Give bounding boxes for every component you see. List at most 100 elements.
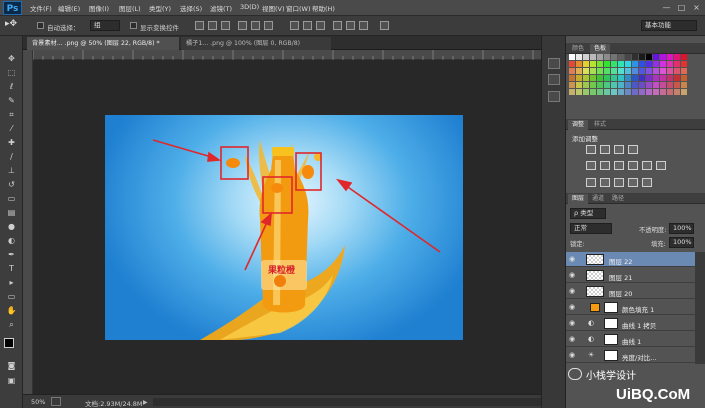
color-swatch[interactable]	[639, 61, 645, 67]
quick-mask-icon[interactable]: ◙	[6, 360, 17, 371]
color-swatch[interactable]	[583, 89, 589, 95]
color-swatch[interactable]	[625, 68, 631, 74]
fill-input[interactable]: 100%	[669, 237, 694, 248]
color-swatch[interactable]	[660, 68, 666, 74]
color-swatch[interactable]	[583, 61, 589, 67]
zoom-tool-icon[interactable]: ⌕	[6, 319, 17, 330]
curves-icon[interactable]	[614, 145, 624, 154]
menu-view[interactable]: 视图(V)	[262, 3, 285, 13]
color-swatch[interactable]	[646, 68, 652, 74]
align-right-icon[interactable]	[264, 21, 273, 30]
distribute-top-icon[interactable]	[290, 21, 299, 30]
eyedropper-tool-icon[interactable]: ⁄	[6, 123, 17, 134]
foreground-color-swatch[interactable]	[4, 338, 14, 348]
color-swatch[interactable]	[590, 68, 596, 74]
show-transform-checkbox[interactable]	[130, 22, 137, 29]
color-swatch[interactable]	[646, 82, 652, 88]
color-swatch[interactable]	[681, 82, 687, 88]
color-swatch[interactable]	[639, 54, 645, 60]
color-swatch[interactable]	[653, 61, 659, 67]
color-swatch[interactable]	[611, 89, 617, 95]
color-swatch[interactable]	[667, 89, 673, 95]
color-swatch[interactable]	[681, 75, 687, 81]
layer-row[interactable]: ◉ 图层 20	[566, 284, 695, 299]
color-swatch[interactable]	[674, 82, 680, 88]
menu-layer[interactable]: 图层(L)	[119, 3, 141, 13]
color-swatch[interactable]	[611, 82, 617, 88]
tab-color[interactable]: 颜色	[568, 44, 588, 54]
color-swatch[interactable]	[618, 68, 624, 74]
visibility-eye-icon[interactable]: ◉	[569, 271, 577, 279]
color-swatch[interactable]	[653, 89, 659, 95]
layer-row[interactable]: ◉ 图层 22	[566, 252, 695, 267]
distribute-left-icon[interactable]	[333, 21, 342, 30]
layer-row[interactable]: ◉ ☀ 亮度/对比...	[566, 348, 695, 363]
color-swatch[interactable]	[604, 68, 610, 74]
color-swatch[interactable]	[590, 61, 596, 67]
distribute-bottom-icon[interactable]	[316, 21, 325, 30]
color-swatch[interactable]	[604, 89, 610, 95]
color-swatch[interactable]	[632, 68, 638, 74]
color-swatch[interactable]	[597, 89, 603, 95]
menu-edit[interactable]: 编辑(E)	[58, 3, 80, 13]
posterize-icon[interactable]	[600, 178, 610, 187]
color-swatch[interactable]	[604, 75, 610, 81]
history-brush-icon[interactable]: ↺	[6, 179, 17, 190]
distribute-hcenter-icon[interactable]	[346, 21, 355, 30]
color-balance-icon[interactable]	[614, 161, 624, 170]
visibility-eye-icon[interactable]: ◉	[569, 351, 577, 359]
levels-icon[interactable]	[600, 145, 610, 154]
color-swatch[interactable]	[569, 54, 575, 60]
color-swatch[interactable]	[653, 75, 659, 81]
color-swatch[interactable]	[646, 89, 652, 95]
color-swatch[interactable]	[639, 68, 645, 74]
align-top-icon[interactable]	[195, 21, 204, 30]
color-swatch[interactable]	[681, 54, 687, 60]
color-swatch[interactable]	[639, 82, 645, 88]
color-swatch[interactable]	[604, 82, 610, 88]
color-swatch[interactable]	[674, 75, 680, 81]
document-image[interactable]: 果粒橙	[105, 115, 463, 340]
layer-row[interactable]: ◉ 颜色填充 1	[566, 300, 695, 315]
color-swatch[interactable]	[576, 75, 582, 81]
color-swatch[interactable]	[674, 68, 680, 74]
tab-orange-document[interactable]: 橘子1... .png @ 100% (图层 0, RGB/8)	[181, 37, 331, 50]
dodge-tool-icon[interactable]: ◐	[6, 235, 17, 246]
menu-help[interactable]: 帮助(H)	[312, 3, 335, 13]
visibility-eye-icon[interactable]: ◉	[569, 335, 577, 343]
color-swatch[interactable]	[681, 61, 687, 67]
layers-scrollbar[interactable]	[695, 252, 705, 364]
tab-layers[interactable]: 图层	[568, 194, 589, 204]
color-swatch[interactable]	[632, 75, 638, 81]
color-swatch[interactable]	[611, 68, 617, 74]
photo-filter-icon[interactable]	[642, 161, 652, 170]
type-tool-icon[interactable]: T	[6, 263, 17, 274]
zoom-level[interactable]: 50%	[31, 398, 45, 406]
color-swatch[interactable]	[597, 54, 603, 60]
color-swatch[interactable]	[674, 61, 680, 67]
color-swatch[interactable]	[625, 54, 631, 60]
color-swatch[interactable]	[681, 68, 687, 74]
color-swatch[interactable]	[660, 89, 666, 95]
color-swatch[interactable]	[618, 82, 624, 88]
color-swatch[interactable]	[625, 61, 631, 67]
hand-tool-icon[interactable]: ✋	[6, 305, 17, 316]
color-swatch[interactable]	[646, 61, 652, 67]
color-swatch[interactable]	[611, 75, 617, 81]
color-swatch[interactable]	[625, 82, 631, 88]
exposure-icon[interactable]	[628, 145, 638, 154]
color-swatch[interactable]	[639, 89, 645, 95]
invert-icon[interactable]	[586, 178, 596, 187]
layer-row[interactable]: ◉ ◐ 曲线 1	[566, 332, 695, 347]
visibility-eye-icon[interactable]: ◉	[569, 255, 577, 263]
color-swatch[interactable]	[646, 75, 652, 81]
color-swatch[interactable]	[576, 68, 582, 74]
clone-stamp-icon[interactable]: ⊥	[6, 165, 17, 176]
color-swatch[interactable]	[632, 82, 638, 88]
align-bottom-icon[interactable]	[221, 21, 230, 30]
color-swatch[interactable]	[611, 54, 617, 60]
menu-type[interactable]: 类型(Y)	[149, 3, 171, 13]
color-swatch[interactable]	[660, 54, 666, 60]
gradient-map-icon[interactable]	[628, 178, 638, 187]
lasso-tool-icon[interactable]: ℓ	[6, 81, 17, 92]
